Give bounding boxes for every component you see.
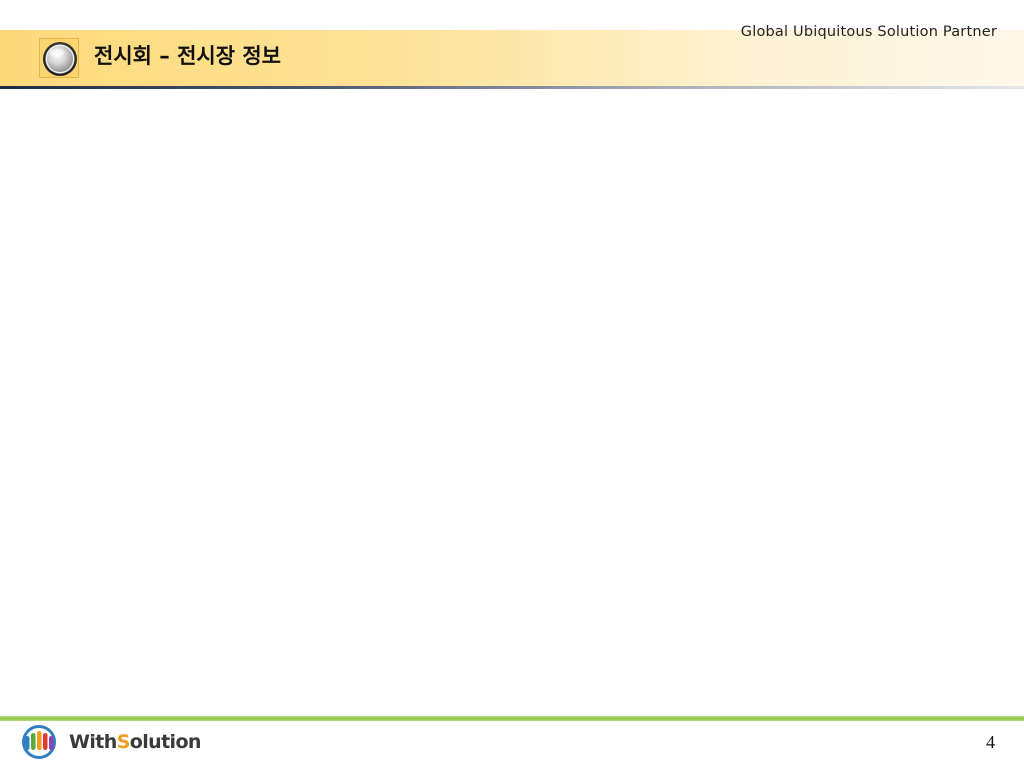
logo-text-highlight: S <box>116 731 131 753</box>
round-button-icon <box>39 38 79 78</box>
logo-text-suffix: olution <box>129 731 202 753</box>
page-number: 4 <box>986 732 995 752</box>
footer-line <box>0 716 1024 721</box>
company-logo: WithSolution <box>14 724 201 760</box>
slide: 전시회 – 전시장 정보 Global Ubiquitous Solution … <box>0 0 1024 768</box>
withsolution-logo-icon <box>22 725 56 759</box>
logo-text: WithSolution <box>69 724 201 760</box>
slide-title: 전시회 – 전시장 정보 <box>94 44 281 68</box>
logo-text-prefix: With <box>69 731 117 753</box>
tagline: Global Ubiquitous Solution Partner <box>740 24 997 40</box>
header-underline <box>0 86 1024 89</box>
